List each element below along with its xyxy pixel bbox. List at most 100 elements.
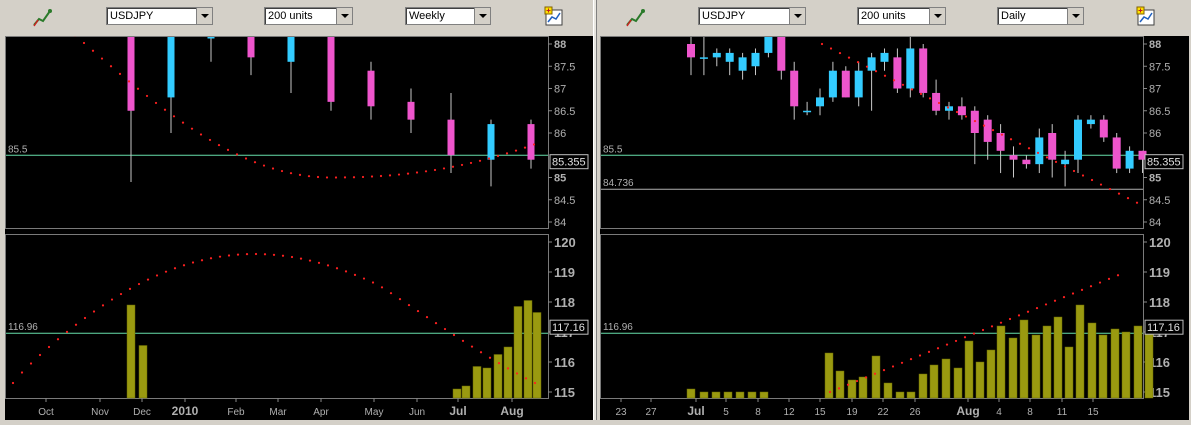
chart-settings-icon[interactable] — [1135, 6, 1157, 28]
indicator-dot — [273, 254, 275, 256]
indicator-dot — [308, 175, 310, 177]
weekly-chart-svg: 8887.58786.5868584.584120119118117116115… — [5, 36, 593, 420]
period-select[interactable]: Daily — [997, 7, 1084, 25]
units-select-value: 200 units — [268, 10, 313, 22]
units-select[interactable]: 200 units — [264, 7, 353, 25]
volume-last-value: 117.16 — [552, 322, 585, 334]
x-tick-label: 12 — [783, 407, 795, 418]
price-tick-label: 87 — [1149, 84, 1161, 96]
symbol-select[interactable]: USDJPY — [106, 7, 213, 25]
period-select-value: Weekly — [409, 10, 445, 22]
volume-bar — [127, 305, 135, 398]
indicator-dot — [146, 95, 148, 97]
indicator-dot — [183, 264, 185, 266]
volume-bar — [942, 359, 950, 398]
candle-body — [328, 37, 335, 102]
volume-bar — [1111, 329, 1119, 398]
indicator-dot — [488, 157, 490, 159]
candle-body — [1061, 160, 1069, 164]
indicator-dot — [938, 102, 940, 104]
indicator-dot — [839, 52, 841, 54]
chevron-down-icon[interactable] — [336, 8, 352, 24]
price-level-label: 85.5 — [603, 144, 623, 155]
x-tick-label: 27 — [645, 407, 657, 418]
indicator-dot — [110, 65, 112, 67]
symbol-select[interactable]: USDJPY — [698, 7, 806, 25]
indicator-dot — [362, 176, 364, 178]
volume-bar — [687, 389, 695, 398]
volume-bar — [1043, 326, 1051, 398]
x-tick-label: Nov — [91, 407, 109, 418]
indicator-dot — [1037, 152, 1039, 154]
indicator-dot — [821, 43, 823, 45]
indicator-dot — [398, 173, 400, 175]
indicator-dot — [507, 367, 509, 369]
indicator-dot — [21, 371, 23, 373]
volume-tick-label: 116 — [554, 355, 575, 370]
indicator-dot — [156, 274, 158, 276]
indicator-dot — [1019, 143, 1021, 145]
x-tick-label: Aug — [500, 404, 523, 418]
indicator-dot — [102, 304, 104, 306]
volume-bar — [724, 392, 732, 398]
period-select[interactable]: Weekly — [405, 7, 491, 25]
indicator-dot — [164, 109, 166, 111]
price-tick-label: 87.5 — [554, 61, 575, 73]
price-tick-label: 86 — [1149, 128, 1161, 140]
candle-body — [764, 37, 772, 53]
chevron-down-icon[interactable] — [474, 8, 490, 24]
weekly-chart[interactable]: 8887.58786.5868584.584120119118117116115… — [5, 36, 593, 420]
chart-settings-icon[interactable] — [543, 6, 565, 28]
indicator-dot — [237, 254, 239, 256]
indicator-dot — [524, 147, 526, 149]
price-pane-frame — [6, 37, 549, 229]
daily-chart[interactable]: 8887.58786.5868584.584120119118117116115… — [600, 36, 1189, 420]
volume-tick-label: 118 — [1149, 295, 1170, 310]
draw-tool-icon[interactable] — [624, 6, 646, 28]
indicator-dot — [461, 164, 463, 166]
period-select-value: Daily — [1001, 10, 1025, 22]
volume-bar — [919, 374, 927, 398]
volume-bar — [965, 341, 973, 398]
indicator-dot — [326, 176, 328, 178]
indicator-dot — [452, 166, 454, 168]
symbol-select-value: USDJPY — [110, 10, 153, 22]
chevron-down-icon[interactable] — [789, 8, 805, 24]
x-tick-label: Jun — [409, 407, 425, 418]
volume-bar — [884, 383, 892, 398]
volume-bar — [976, 362, 984, 398]
units-select[interactable]: 200 units — [857, 7, 946, 25]
indicator-dot — [300, 258, 302, 260]
volume-tick-label: 120 — [554, 235, 576, 250]
candle-body — [1035, 137, 1043, 164]
indicator-dot — [1118, 193, 1120, 195]
candle-body — [842, 71, 850, 98]
indicator-dot — [1009, 318, 1011, 320]
indicator-dot — [838, 387, 840, 389]
indicator-dot — [173, 115, 175, 117]
chevron-down-icon[interactable] — [196, 8, 212, 24]
indicator-dot — [498, 362, 500, 364]
chevron-down-icon[interactable] — [1067, 8, 1083, 24]
volume-bar — [987, 350, 995, 398]
indicator-dot — [489, 357, 491, 359]
indicator-dot — [83, 42, 85, 44]
price-tick-label: 86 — [554, 128, 566, 140]
draw-tool-icon[interactable] — [31, 6, 53, 28]
volume-tick-label: 118 — [554, 295, 575, 310]
candle-body — [1048, 133, 1056, 160]
chevron-down-icon[interactable] — [929, 8, 945, 24]
candle-body — [713, 53, 721, 57]
volume-bar — [1145, 329, 1153, 398]
indicator-dot — [910, 358, 912, 360]
volume-bar — [514, 307, 522, 399]
indicator-dot — [974, 120, 976, 122]
indicator-dot — [399, 298, 401, 300]
indicator-dot — [480, 351, 482, 353]
indicator-dot — [874, 373, 876, 375]
price-tick-label: 88 — [554, 39, 566, 51]
candle-body — [855, 71, 863, 98]
indicator-dot — [201, 259, 203, 261]
indicator-dot — [955, 340, 957, 342]
volume-bar — [1020, 320, 1028, 398]
